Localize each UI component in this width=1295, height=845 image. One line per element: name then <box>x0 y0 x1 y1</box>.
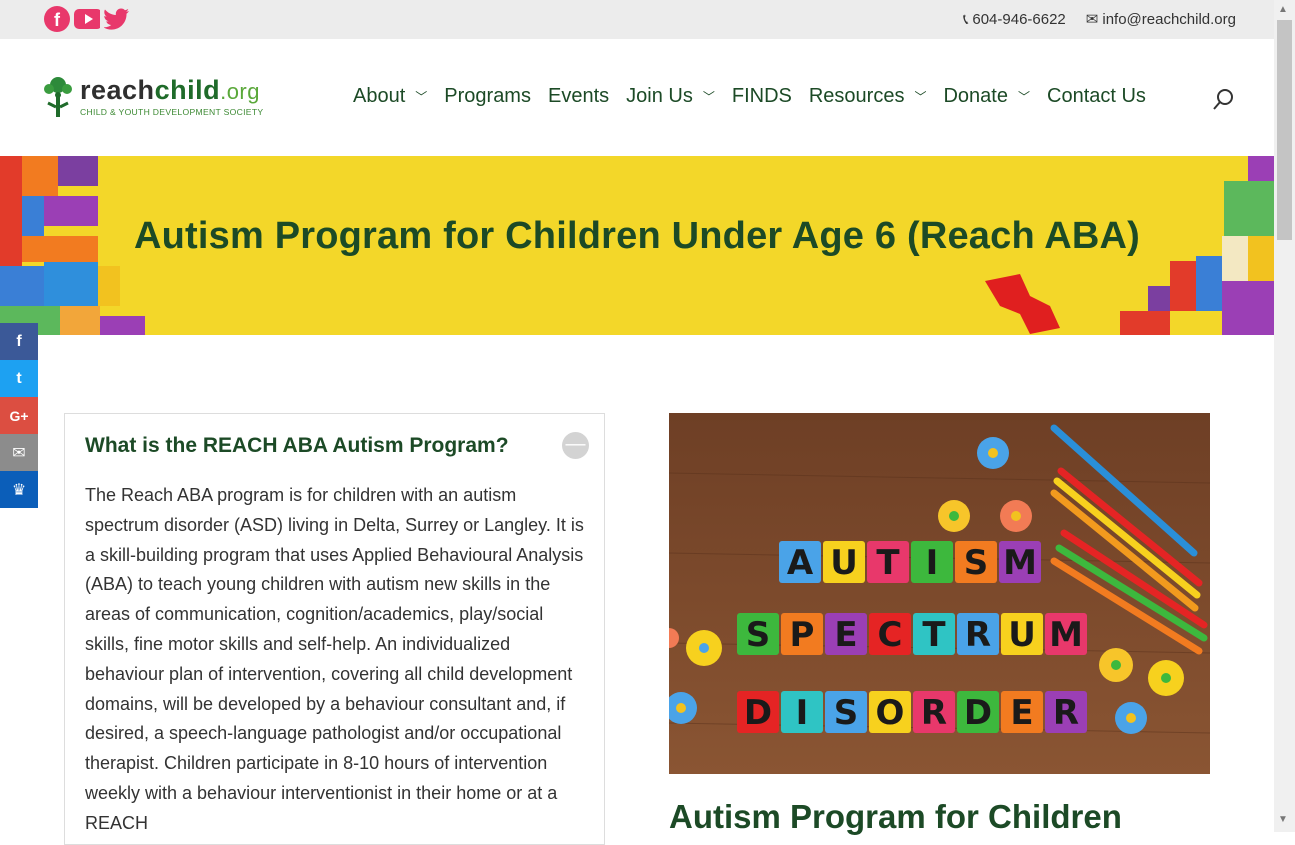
search-icon[interactable] <box>1212 88 1236 117</box>
main-navigation: About ﹀ Programs Events Join Us ﹀ FINDS Re… <box>353 85 1163 108</box>
top-bar: f 📞︎ 604-946-6622 ✉ info@reachchild.org <box>0 0 1274 39</box>
letter-block-char: M <box>1003 543 1037 583</box>
nav-label: Contact Us <box>1047 85 1146 107</box>
letter-block-char: S <box>964 543 989 583</box>
scroll-down-icon[interactable]: ▼ <box>1278 814 1288 825</box>
facebook-icon[interactable]: f <box>44 6 70 32</box>
envelope-icon: ✉ <box>1085 11 1099 28</box>
letter-block-char: I <box>796 693 809 733</box>
chevron-down-icon: ﹀ <box>914 90 927 104</box>
twitter-icon[interactable] <box>104 6 130 32</box>
logo-reach: reach <box>80 75 155 105</box>
letter-block-char: R <box>921 693 947 733</box>
letter-block-char: E <box>1010 693 1033 733</box>
letter-block-char: M <box>1049 615 1083 655</box>
phone-icon: 📞︎ <box>963 10 969 28</box>
section-heading: Autism Program for Children <box>669 798 1122 835</box>
svg-text:f: f <box>54 10 61 30</box>
logo-child: child <box>154 75 221 105</box>
page-banner: Autism Program for Children Under Age 6 … <box>0 156 1274 335</box>
letter-block-char: T <box>876 543 900 583</box>
chevron-down-icon: ﹀ <box>1017 90 1030 104</box>
phone-number: 604-946-6622 <box>972 10 1066 28</box>
tree-logo-icon <box>44 77 72 117</box>
nav-item-finds[interactable]: FINDS <box>732 85 792 108</box>
social-links: f <box>44 6 130 32</box>
letter-block-char: R <box>965 615 991 655</box>
scrollbar[interactable]: ▲ ▼ <box>1274 0 1295 832</box>
google-plus-icon[interactable]: G+ <box>0 397 38 434</box>
autism-spectrum-disorder-image: AUTISMSPECTRUMDISORDER <box>669 413 1210 774</box>
phone-link[interactable]: 📞︎ 604-946-6622 <box>963 10 1066 28</box>
nav-item-contact-us[interactable]: Contact Us <box>1047 85 1146 108</box>
letter-block-char: O <box>876 693 905 733</box>
chevron-down-icon: ﹀ <box>702 90 715 104</box>
letter-block-char: P <box>790 615 815 655</box>
letter-block-char: S <box>746 615 771 655</box>
share-sidebar: f t G+ ✉ ♛ <box>0 323 38 508</box>
letter-block-char: I <box>926 543 939 583</box>
letter-block-char: A <box>787 543 814 583</box>
email-link[interactable]: ✉ info@reachchild.org <box>1085 10 1236 29</box>
accordion-panel: What is the REACH ABA Autism Program? — … <box>64 413 605 845</box>
collapse-toggle-icon[interactable]: — <box>562 432 589 459</box>
email-address: info@reachchild.org <box>1102 10 1236 28</box>
letter-block-char: U <box>830 543 858 583</box>
contact-info: 📞︎ 604-946-6622 ✉ info@reachchild.org <box>963 10 1236 29</box>
site-header: reachchild.org CHILD & YOUTH DEVELOPMENT… <box>0 39 1274 156</box>
letter-block-char: E <box>834 615 857 655</box>
twitter-icon[interactable]: t <box>0 360 38 397</box>
email-icon[interactable]: ✉ <box>0 434 38 471</box>
sumome-icon[interactable]: ♛ <box>0 471 38 508</box>
letter-block-char: U <box>1008 615 1036 655</box>
accordion-title[interactable]: What is the REACH ABA Autism Program? <box>85 434 509 458</box>
letter-block-char: R <box>1053 693 1079 733</box>
nav-label: Events <box>547 85 610 107</box>
logo-wordmark: reachchild.org <box>80 77 263 105</box>
site-logo[interactable]: reachchild.org CHILD & YOUTH DEVELOPMENT… <box>42 75 263 119</box>
accordion-body: The Reach ABA program is for children wi… <box>85 485 584 833</box>
letter-block-char: T <box>922 615 946 655</box>
nav-item-resources[interactable]: Resources ﹀ <box>809 85 927 108</box>
nav-label: FINDS <box>731 85 792 107</box>
nav-label: Resources <box>808 85 905 107</box>
letter-block-char: C <box>878 615 903 655</box>
letter-block-char: S <box>834 693 859 733</box>
facebook-icon[interactable]: f <box>0 323 38 360</box>
nav-label: Donate <box>943 85 1008 107</box>
nav-item-programs[interactable]: Programs <box>444 85 531 108</box>
nav-item-donate[interactable]: Donate ﹀ <box>943 85 1030 108</box>
logo-org: .org <box>220 79 260 104</box>
logo-tagline: CHILD & YOUTH DEVELOPMENT SOCIETY <box>80 107 264 117</box>
nav-item-join-us[interactable]: Join Us ﹀ <box>626 85 715 108</box>
chevron-down-icon: ﹀ <box>415 90 428 104</box>
letter-block-char: D <box>964 693 992 733</box>
nav-item-events[interactable]: Events <box>548 85 609 108</box>
scroll-up-icon[interactable]: ▲ <box>1278 4 1288 15</box>
nav-label: Join Us <box>626 85 693 107</box>
youtube-icon[interactable] <box>74 6 100 32</box>
nav-label: Programs <box>444 85 531 107</box>
nav-item-about[interactable]: About ﹀ <box>353 85 427 108</box>
page-title: Autism Program for Children Under Age 6 … <box>133 215 1141 257</box>
nav-label: About <box>353 85 406 107</box>
scrollbar-thumb[interactable] <box>1277 20 1292 240</box>
letter-block-char: D <box>744 693 772 733</box>
